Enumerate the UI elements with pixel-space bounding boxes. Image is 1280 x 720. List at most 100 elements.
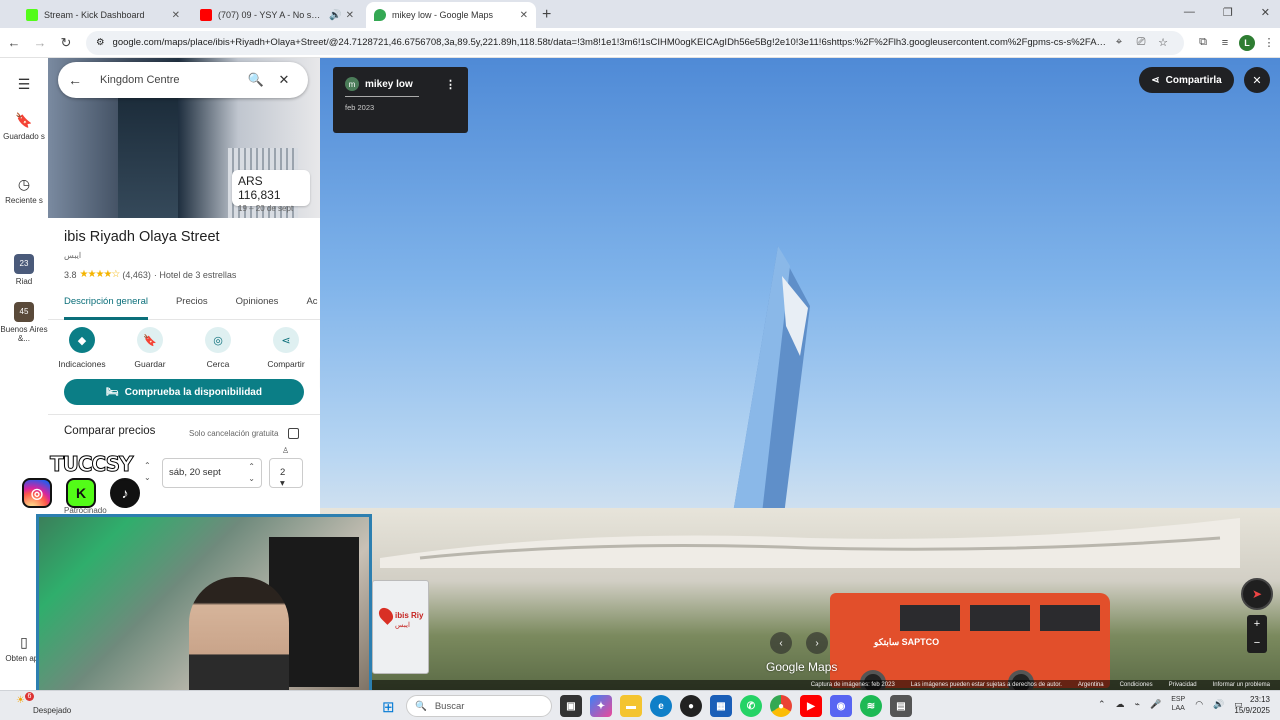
file-explorer-icon[interactable]: ▬ [620, 695, 642, 717]
rating-value: 3.8 [64, 269, 77, 280]
google-maps-logo: Google Maps [766, 660, 838, 674]
back-arrow-icon[interactable]: ← [68, 72, 90, 88]
directions-button[interactable]: ◆ Indicaciones [52, 324, 112, 384]
search-icon[interactable]: 🔍 [242, 72, 270, 88]
price-tag[interactable]: ARS 116,831 19 – 20 de sept [232, 170, 310, 213]
rail-item-buenos-aires[interactable]: 45 Buenos Aires &... [0, 302, 48, 343]
language-indicator[interactable]: ESP LAA [1171, 695, 1185, 713]
minimize-icon[interactable]: — [1184, 6, 1195, 19]
tab-google-maps[interactable]: mikey low - Google Maps ✕ [366, 2, 536, 28]
chevron-up-icon[interactable]: ⌃ [1098, 699, 1106, 710]
check-availability-button[interactable]: 🛏 Comprueba la disponibilidad [64, 379, 304, 405]
rail-item-recent[interactable]: ◷ Reciente s [0, 176, 48, 205]
tab-kick-dashboard[interactable]: Stream - Kick Dashboard ✕ [18, 2, 188, 28]
close-window-icon[interactable]: ✕ [1261, 6, 1270, 19]
github-icon[interactable]: ● [680, 695, 702, 717]
save-button[interactable]: 🔖 Guardar [120, 324, 180, 384]
weather-text: Despejado [33, 706, 72, 715]
spotify-icon[interactable]: ≋ [860, 695, 882, 717]
windows-taskbar: ☀ 6 Despejado ⊞ 🔍 Buscar ▣ ✦ ▬ e ● ▦ ✆ ●… [0, 690, 1280, 720]
button-label: Comprueba la disponibilidad [124, 386, 262, 398]
site-info-icon[interactable]: ⚙ [96, 37, 105, 48]
network-icon[interactable]: ⌁ [1135, 699, 1140, 710]
zoom-in-button[interactable]: + [1247, 615, 1267, 634]
store-icon[interactable]: ▦ [710, 695, 732, 717]
share-button[interactable]: ⋖ Compartir [256, 324, 316, 384]
contributor-name[interactable]: mikey low [365, 79, 413, 90]
location-icon[interactable]: ⌖ [1108, 36, 1130, 49]
rail-item-riad[interactable]: 23 Riad [0, 254, 48, 286]
task-view-icon[interactable]: ▣ [560, 695, 582, 717]
clock[interactable]: 23:13 15/9/2025 [1234, 694, 1270, 716]
tab-youtube[interactable]: (707) 09 - YSY A - No se - R 🔊 ✕ [192, 2, 362, 28]
menu-button[interactable]: ☰ [0, 76, 48, 96]
tab-about[interactable]: Ac [306, 294, 317, 319]
free-cancel-filter[interactable]: Solo cancelación gratuita [189, 428, 300, 439]
tab-prices[interactable]: Precios [176, 294, 208, 319]
tab-overview[interactable]: Descripción general [64, 294, 148, 320]
footer-report[interactable]: Informar un problema [1213, 682, 1270, 688]
search-placeholder: Buscar [434, 700, 465, 712]
compass-icon[interactable]: ➤ [1241, 578, 1273, 610]
whatsapp-icon[interactable]: ✆ [740, 695, 762, 717]
tab-reviews[interactable]: Opiniones [236, 294, 279, 319]
close-icon[interactable]: ✕ [520, 10, 528, 21]
search-box[interactable]: ← Kingdom Centre 🔍 ✕ [58, 62, 308, 98]
forward-icon[interactable]: → [28, 35, 52, 50]
mic-icon[interactable]: 🎤 [1150, 699, 1161, 710]
cast-icon[interactable]: ⎚ [1130, 36, 1152, 49]
arrow-left-icon[interactable]: ‹ [770, 632, 792, 654]
nearby-button[interactable]: ◎ Cerca [188, 324, 248, 384]
mini-map[interactable]: ibis Riy ايبس [372, 580, 429, 674]
discord-icon[interactable]: ◉ [830, 695, 852, 717]
hamburger-icon: ☰ [17, 76, 31, 92]
edge-icon[interactable]: e [650, 695, 672, 717]
copilot-icon[interactable]: ✦ [590, 695, 612, 717]
profile-avatar[interactable]: L [1239, 34, 1255, 51]
new-tab-button[interactable]: + [542, 2, 551, 28]
volume-icon[interactable]: 🔊 [1213, 699, 1224, 710]
extensions-icon[interactable]: ⧉ [1192, 36, 1214, 49]
close-icon[interactable]: ✕ [172, 10, 180, 21]
footer-country[interactable]: Argentina [1078, 682, 1104, 688]
media-icon[interactable]: ≡ [1214, 37, 1236, 49]
calculator-icon[interactable]: ▤ [890, 695, 912, 717]
maximize-icon[interactable]: ❐ [1223, 6, 1233, 19]
footer-terms[interactable]: Condiciones [1120, 682, 1153, 688]
zoom-out-button[interactable]: − [1247, 634, 1267, 653]
menu-icon[interactable]: ⋮ [1258, 36, 1280, 49]
speaker-icon[interactable]: 🔊 [329, 10, 341, 21]
checkout-date-field[interactable]: sáb, 20 sept ⌃ ⌄ [162, 458, 262, 488]
address-bar[interactable]: ⚙ google.com/maps/place/ibis+Riyadh+Olay… [86, 30, 1184, 55]
close-streetview-button[interactable]: ✕ [1244, 67, 1270, 93]
weather-widget[interactable]: ☀ 6 Despejado [16, 692, 71, 715]
windows-start-icon[interactable]: ⊞ [382, 698, 395, 716]
reload-icon[interactable]: ↻ [54, 35, 78, 51]
chrome-icon[interactable]: ● [770, 695, 792, 717]
youtube-icon[interactable]: ▶ [800, 695, 822, 717]
search-input[interactable]: Kingdom Centre [90, 74, 242, 86]
rail-item-saved[interactable]: 🔖 Guardado s [0, 112, 48, 141]
star-icon[interactable]: ☆ [1152, 36, 1174, 49]
cloud-icon[interactable]: ☁ [1116, 699, 1125, 710]
contributor-avatar[interactable]: m [345, 77, 359, 91]
date-stepper-icon[interactable]: ⌃ ⌄ [248, 461, 255, 485]
taskbar-search[interactable]: 🔍 Buscar [406, 695, 552, 717]
review-count[interactable]: (4,463) [122, 270, 151, 280]
photo-building [118, 88, 178, 218]
guests-select[interactable]: 2 ▾ [269, 458, 303, 489]
back-icon[interactable]: ← [2, 35, 26, 50]
clock-time: 23:13 [1249, 695, 1270, 704]
arrow-right-icon[interactable]: › [806, 632, 828, 654]
street-view[interactable]: سابتكو SAPTCO m mikey low ⋮ feb 2023 ⋖ C… [320, 58, 1280, 690]
wifi-icon[interactable]: ◠ [1195, 699, 1203, 710]
search-icon: 🔍 [415, 700, 427, 712]
close-icon[interactable]: ✕ [346, 10, 354, 21]
share-streetview-button[interactable]: ⋖ Compartirla [1139, 67, 1234, 93]
more-options-icon[interactable]: ⋮ [445, 78, 456, 91]
bed-icon: 🛏 [106, 386, 119, 398]
checkin-stepper[interactable]: ⌃ ⌄ [144, 458, 164, 488]
free-cancel-checkbox[interactable] [288, 428, 300, 439]
footer-privacy[interactable]: Privacidad [1169, 682, 1197, 688]
close-icon[interactable]: ✕ [270, 72, 298, 88]
